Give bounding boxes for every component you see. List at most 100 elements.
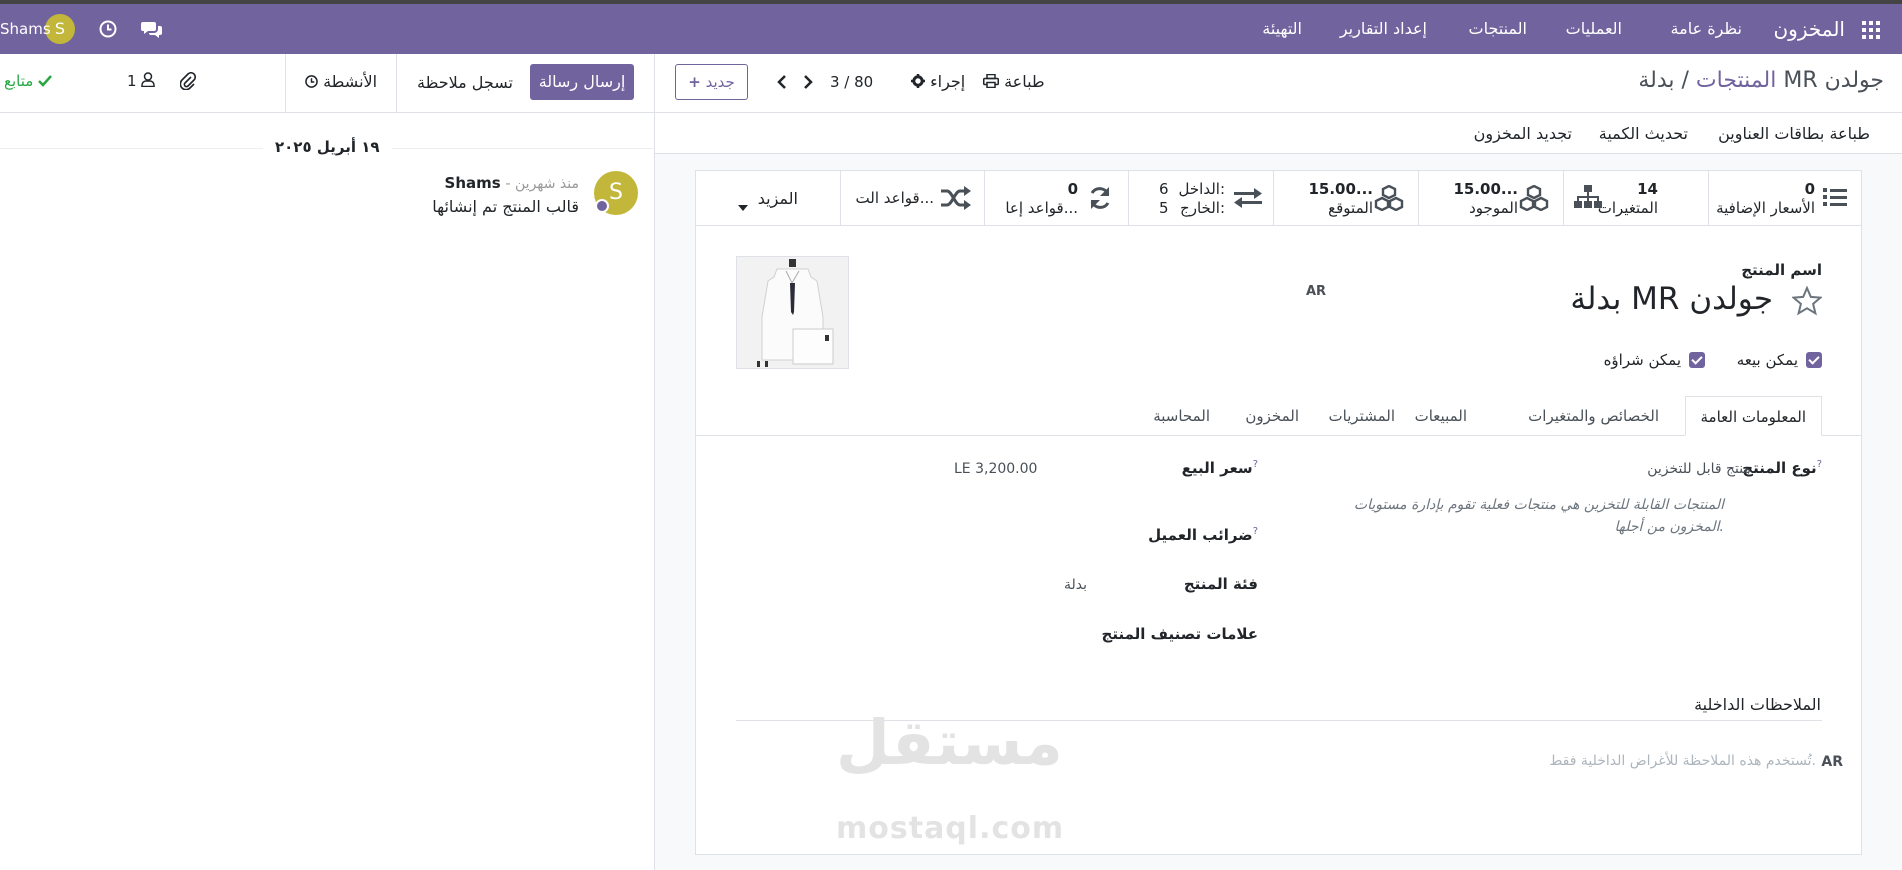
print-labels-button[interactable]: طباعة بطاقات العناوين: [1718, 124, 1870, 143]
tab-sales[interactable]: المبيعات: [1415, 396, 1467, 436]
can-be-sold-label[interactable]: يمكن بيعه: [1737, 351, 1798, 369]
activities-button[interactable]: الأنشطة: [305, 72, 377, 92]
tab-purchase[interactable]: المشتريات: [1329, 396, 1395, 436]
form-sheet: 0 الأسعار الإضافية 14 المتغيرات 15.00...…: [695, 170, 1862, 855]
check-icon: [38, 73, 53, 91]
reorder-value: 0: [1067, 180, 1078, 198]
chat-icon[interactable]: [141, 20, 163, 38]
exchange-icon: [1234, 188, 1262, 212]
menu-operations[interactable]: العمليات: [1566, 4, 1622, 54]
watermark-logo-arabic: مستقل: [836, 706, 1063, 779]
help-tooltip-icon[interactable]: ?: [1817, 459, 1822, 470]
product-tags-input[interactable]: [954, 623, 1254, 647]
plus-icon: +: [688, 73, 701, 91]
replenish-button[interactable]: تجديد المخزون: [1474, 124, 1572, 143]
print-button[interactable]: طباعة: [983, 72, 1045, 92]
chatter-header-divider: [0, 112, 654, 113]
followers-button[interactable]: 1: [127, 72, 156, 91]
tab-accounting[interactable]: المحاسبة: [1153, 396, 1210, 436]
tab-inventory[interactable]: المخزون: [1245, 396, 1299, 436]
new-button[interactable]: + جديد: [675, 64, 748, 100]
gear-icon: [911, 73, 925, 92]
top-navbar: المخزون نظرة عامة العمليات المنتجات إعدا…: [0, 4, 1902, 54]
menu-configuration[interactable]: التهيئة: [1262, 4, 1302, 54]
stat-in-out[interactable]: الداخل: 6 الخارج: 5: [1128, 171, 1273, 226]
activity-clock-icon[interactable]: [99, 20, 117, 38]
control-panel-divider: [655, 112, 1902, 113]
stat-more-dropdown[interactable]: المزيد: [696, 171, 840, 226]
menu-products[interactable]: المنتجات: [1469, 4, 1528, 54]
product-category-label: فئة المنتج: [1183, 575, 1258, 593]
caret-down-icon: [738, 197, 748, 215]
on-hand-value: 15.00...: [1453, 180, 1518, 198]
breadcrumb-parent[interactable]: المنتجات: [1696, 68, 1776, 93]
product-name-label: اسم المنتج: [1741, 261, 1822, 279]
pager-next-icon[interactable]: [802, 74, 814, 90]
stat-forecast[interactable]: 15.00... المتوقع: [1273, 171, 1418, 226]
following-label: متابع: [4, 72, 34, 90]
more-label: المزيد: [757, 189, 798, 208]
can-be-purchased-checkbox[interactable]: [1689, 352, 1705, 368]
chatter-tabs-divider: [396, 54, 397, 112]
tab-general-information[interactable]: المعلومات العامة: [1684, 396, 1822, 436]
product-type-value[interactable]: منتج قابل للتخزين: [1647, 461, 1751, 477]
internal-notes-lang[interactable]: AR: [1821, 754, 1843, 770]
sale-price-input[interactable]: LE 3,200.00: [954, 461, 1037, 477]
clock-icon: [305, 73, 318, 92]
variants-value: 14: [1637, 180, 1658, 198]
action-button[interactable]: إجراء: [911, 72, 965, 92]
stat-variants[interactable]: 14 المتغيرات: [1563, 171, 1708, 226]
menu-overview[interactable]: نظرة عامة: [1671, 4, 1742, 54]
activities-label: الأنشطة: [323, 72, 378, 91]
breadcrumb: المنتجات / بدلة MR جولدن: [1638, 68, 1884, 93]
cubes-icon: [1519, 184, 1549, 215]
favorite-star-icon[interactable]: [1790, 285, 1824, 316]
on-hand-label: الموجود: [1469, 199, 1518, 217]
paperclip-icon[interactable]: [179, 71, 197, 91]
chatter-actions-divider: [285, 54, 286, 112]
cubes-icon: [1374, 184, 1404, 215]
apps-grid-icon[interactable]: [1862, 21, 1880, 39]
user-name[interactable]: Shams: [0, 4, 51, 54]
message-time: - منذ شهرين: [505, 176, 580, 192]
product-category-input[interactable]: بدلة: [1064, 577, 1087, 593]
in-label: الداخل:: [1178, 180, 1225, 198]
forecast-label: المتوقع: [1328, 199, 1373, 217]
printer-icon: [983, 73, 999, 92]
breadcrumb-separator: /: [1681, 68, 1689, 93]
can-be-sold-checkbox[interactable]: [1806, 352, 1822, 368]
variants-label: المتغيرات: [1597, 199, 1658, 217]
routes-label: قواعد الت...: [855, 189, 934, 207]
product-name-lang[interactable]: AR: [1306, 284, 1326, 299]
product-name-input[interactable]: بدلة MR جولدن: [1570, 281, 1773, 317]
list-icon: [1823, 187, 1847, 211]
menu-reporting[interactable]: إعداد التقارير: [1340, 4, 1427, 54]
product-type-help-line-2: المخزون من أجلها.: [1614, 519, 1724, 535]
reorder-label: قواعد إعا...: [1005, 199, 1078, 217]
customer-taxes-input[interactable]: [954, 523, 1254, 547]
log-note-button[interactable]: تسجل ملاحظة: [417, 73, 513, 92]
message-header: Shams - منذ شهرين: [445, 174, 579, 192]
stat-reordering-rules[interactable]: 0 قواعد إعا...: [984, 171, 1128, 226]
pager-previous-icon[interactable]: [776, 74, 788, 90]
stat-routes[interactable]: قواعد الت...: [840, 171, 984, 226]
product-image[interactable]: [736, 256, 849, 369]
stat-on-hand[interactable]: 15.00... الموجود: [1418, 171, 1563, 226]
extra-prices-label: الأسعار الإضافية: [1716, 199, 1815, 217]
online-status-dot: [595, 199, 609, 213]
can-be-purchased-label[interactable]: يمكن شراؤه: [1604, 351, 1681, 369]
tab-attributes-variants[interactable]: الخصائص والمتغيرات: [1528, 396, 1659, 436]
update-quantity-button[interactable]: تحديث الكمية: [1599, 124, 1688, 143]
help-tooltip-icon[interactable]: ?: [1253, 459, 1258, 470]
out-value: 5: [1159, 199, 1169, 217]
send-message-button[interactable]: إرسال رسالة: [530, 64, 634, 100]
stat-extra-prices[interactable]: 0 الأسعار الإضافية: [1708, 171, 1861, 226]
pager-value[interactable]: 3 / 80: [830, 73, 873, 91]
message-date-separator: ١٩ أبريل ٢٠٢٥: [263, 138, 392, 156]
forecast-value: 15.00...: [1308, 180, 1373, 198]
stat-button-box: 0 الأسعار الإضافية 14 المتغيرات 15.00...…: [696, 171, 1861, 226]
following-button[interactable]: متابع: [4, 72, 53, 91]
message-author[interactable]: Shams: [445, 174, 501, 192]
internal-notes-input[interactable]: تُستخدم هذه الملاحظة للأغراض الداخلية فق…: [1549, 753, 1816, 769]
app-brand[interactable]: المخزون: [1773, 4, 1845, 54]
